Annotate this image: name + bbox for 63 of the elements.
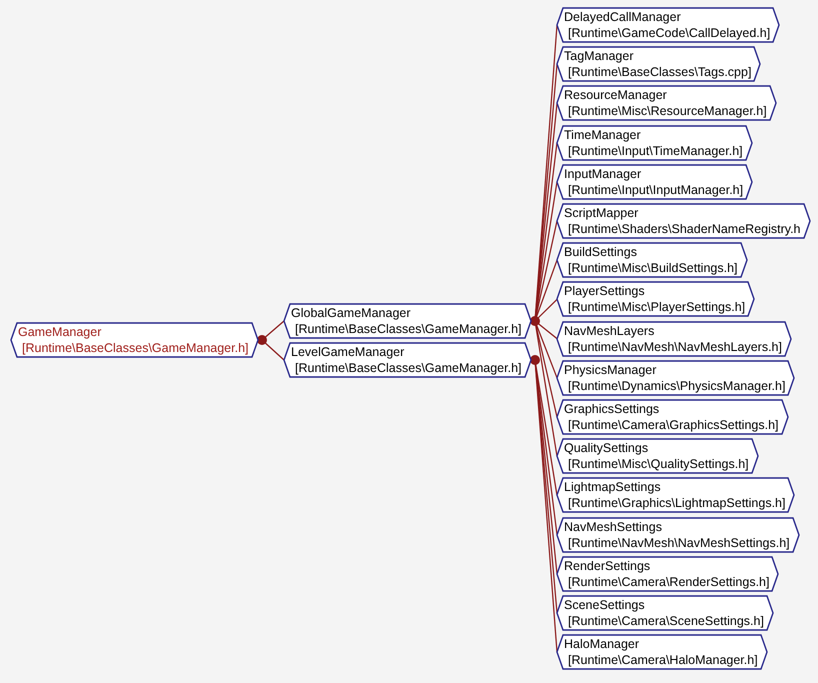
- class-name: TagManager: [564, 48, 634, 64]
- junction-dot: [530, 355, 540, 365]
- class-name: LevelGameManager: [291, 344, 406, 360]
- class-name: BuildSettings: [564, 244, 638, 260]
- file-path: [Runtime\Misc\ResourceManager.h]: [567, 103, 767, 120]
- class-name: PlayerSettings: [564, 283, 646, 300]
- file-path: [Runtime\Input\InputManager.h]: [567, 182, 744, 198]
- class-name: QualitySettings: [564, 440, 650, 456]
- class-name: HaloManager: [564, 636, 640, 652]
- class-node[interactable]: InputManager [Runtime\Input\InputManager.h]: [556, 164, 754, 200]
- class-node[interactable]: LightmapSettings [Runtime\Graphics\LightmapSettings.h]: [556, 477, 796, 514]
- class-name: RenderSettings: [564, 558, 652, 574]
- class-name: InputManager: [564, 166, 642, 182]
- class-name: ScriptMapper: [564, 205, 640, 221]
- class-name: GameManager: [18, 324, 102, 340]
- class-node[interactable]: ScriptMapper [Runtime\Shaders\ShaderNameRegistry.h: [556, 203, 811, 239]
- class-node[interactable]: NavMeshSettings [Runtime\NavMesh\NavMeshSettings.h]: [556, 516, 800, 553]
- file-path: [Runtime\GameCode\CallDelayed.h]: [567, 25, 770, 41]
- class-node[interactable]: BuildSettings [Runtime\Misc\BuildSettings.h]: [556, 242, 748, 278]
- file-path: [Runtime\Input\TimeManager.h]: [567, 142, 743, 159]
- file-path: [Runtime\Camera\HaloManager.h]: [567, 652, 758, 668]
- junction-dot: [257, 335, 267, 345]
- class-name: NavMeshSettings: [564, 518, 663, 535]
- file-path: [Runtime\BaseClasses\Tags.cpp]: [567, 64, 752, 80]
- file-path: [Runtime\Graphics\LightmapSettings.h]: [567, 495, 786, 512]
- class-node[interactable]: LevelGameManager [Runtime\BaseClasses\GameManager.h]: [283, 342, 532, 378]
- file-path: [Runtime\BaseClasses\GameManager.h]: [21, 340, 248, 356]
- class-node[interactable]: GlobalGameManager [Runtime\BaseClasses\GameManager.h]: [283, 303, 532, 339]
- class-node[interactable]: GameManager [Runtime\BaseClasses\GameManager.h]: [10, 322, 258, 358]
- class-name: DelayedCallManager: [564, 9, 682, 25]
- file-path: [Runtime\BaseClasses\GameManager.h]: [294, 321, 522, 337]
- class-node[interactable]: PhysicsManager [Runtime\Dynamics\PhysicsManager.h]: [556, 360, 796, 396]
- class-node[interactable]: PlayerSettings [Runtime\Misc\PlayerSettings.h]: [556, 281, 756, 318]
- class-name: TimeManager: [564, 126, 642, 143]
- class-name: PhysicsManager: [564, 362, 658, 378]
- class-name: LightmapSettings: [564, 479, 662, 496]
- file-path: [Runtime\NavMesh\NavMeshSettings.h]: [567, 534, 790, 551]
- class-name: SceneSettings: [564, 597, 646, 613]
- junction-dot: [530, 316, 540, 326]
- file-path: [Runtime\Camera\RenderSettings.h]: [567, 574, 770, 590]
- file-path: [Runtime\Dynamics\PhysicsManager.h]: [567, 378, 786, 394]
- file-path: [Runtime\BaseClasses\GameManager.h]: [294, 360, 522, 376]
- class-node[interactable]: HaloManager [Runtime\Camera\HaloManager.h]: [556, 634, 768, 670]
- class-name: GlobalGameManager: [291, 305, 412, 321]
- class-node[interactable]: TagManager [Runtime\BaseClasses\Tags.cpp]: [556, 46, 762, 82]
- class-node[interactable]: NavMeshLayers [Runtime\NavMesh\NavMeshLayers.h]: [556, 320, 792, 357]
- class-name: ResourceManager: [564, 87, 668, 104]
- file-path: [Runtime\Misc\BuildSettings.h]: [567, 260, 738, 276]
- class-node[interactable]: GraphicsSettings [Runtime\Camera\GraphicsSettings.h]: [556, 399, 789, 435]
- file-path: [Runtime\NavMesh\NavMeshLayers.h]: [567, 338, 782, 355]
- class-node[interactable]: DelayedCallManager [Runtime\GameCode\CallDelayed.h]: [556, 7, 780, 43]
- file-path: [Runtime\Misc\QualitySettings.h]: [567, 456, 749, 472]
- file-path: [Runtime\Shaders\ShaderNameRegistry.h: [567, 221, 801, 237]
- class-name: NavMeshLayers: [564, 322, 656, 339]
- file-path: [Runtime\Camera\SceneSettings.h]: [567, 613, 764, 629]
- class-node[interactable]: QualitySettings [Runtime\Misc\QualitySettings.h]: [556, 438, 759, 474]
- class-node[interactable]: RenderSettings [Runtime\Camera\RenderSettings.h]: [556, 556, 780, 592]
- class-node[interactable]: TimeManager [Runtime\Input\TimeManager.h]: [556, 124, 753, 161]
- file-path: [Runtime\Misc\PlayerSettings.h]: [567, 299, 746, 316]
- class-name: GraphicsSettings: [564, 401, 660, 417]
- file-path: [Runtime\Camera\GraphicsSettings.h]: [567, 417, 779, 433]
- class-node[interactable]: ResourceManager [Runtime\Misc\ResourceManager.h]: [556, 85, 777, 122]
- class-node[interactable]: SceneSettings [Runtime\Camera\SceneSettings.h]: [556, 595, 774, 631]
